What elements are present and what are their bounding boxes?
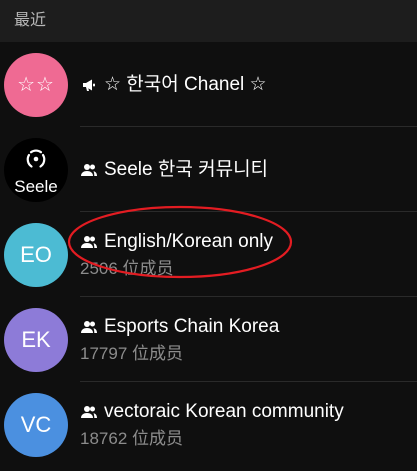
avatar: ☆☆: [4, 52, 68, 117]
chat-title: ☆ 한국어 Chanel ☆: [104, 73, 267, 95]
chat-title-line: ☆ 한국어 Chanel ☆: [80, 73, 417, 97]
member-count: 17797 位成员: [80, 343, 183, 363]
chat-item-vectoraic-korean-community[interactable]: VC vectoraic Korean community 18762 位成员: [0, 382, 417, 467]
chat-item-esports-chain-korea[interactable]: EK Esports Chain Korea 17797 位成员: [0, 297, 417, 382]
chat-item-korean-channel[interactable]: ☆☆ ☆ 한국어 Chanel ☆: [0, 42, 417, 127]
chat-info: ☆ 한국어 Chanel ☆: [80, 73, 417, 97]
avatar-initials: ☆☆: [17, 74, 55, 96]
member-count: 2506 位成员: [80, 258, 174, 278]
chat-info: vectoraic Korean community 18762 位成员: [80, 400, 417, 450]
chat-info: English/Korean only 2506 位成员: [80, 230, 417, 280]
section-header-recent: 最近: [0, 0, 417, 42]
chat-title-line: Esports Chain Korea: [80, 315, 417, 339]
chat-list: ☆☆ ☆ 한국어 Chanel ☆ Seele Seele 한국 커뮤니티 EO…: [0, 42, 417, 467]
chat-title-line: English/Korean only: [80, 230, 417, 254]
group-icon: [80, 318, 98, 336]
chat-info: Esports Chain Korea 17797 位成员: [80, 315, 417, 365]
seele-logo-icon: [26, 149, 46, 168]
chat-item-english-korean-only[interactable]: EO English/Korean only 2506 位成员: [0, 212, 417, 297]
avatar: EO: [4, 222, 68, 287]
section-title: 最近: [14, 12, 47, 29]
chat-title: vectoraic Korean community: [104, 400, 344, 422]
avatar-initials: VC: [20, 411, 52, 437]
chat-title: English/Korean only: [104, 230, 273, 252]
chat-info: Seele 한국 커뮤니티: [80, 158, 417, 182]
chat-title-line: Seele 한국 커뮤니티: [80, 158, 417, 182]
group-icon: [80, 403, 98, 421]
group-icon: [80, 161, 98, 179]
chat-title-line: vectoraic Korean community: [80, 400, 417, 424]
avatar-initials: EO: [20, 241, 52, 267]
avatar: Seele: [4, 137, 68, 202]
chat-title: Esports Chain Korea: [104, 315, 280, 337]
avatar-text: Seele: [14, 176, 58, 196]
megaphone-icon: [80, 76, 98, 94]
avatar-initials: EK: [21, 326, 51, 352]
avatar: VC: [4, 392, 68, 457]
chat-title: Seele 한국 커뮤니티: [104, 158, 269, 180]
chat-item-seele-community[interactable]: Seele Seele 한국 커뮤니티: [0, 127, 417, 212]
group-icon: [80, 233, 98, 251]
avatar: EK: [4, 307, 68, 372]
member-count: 18762 位成员: [80, 428, 183, 448]
